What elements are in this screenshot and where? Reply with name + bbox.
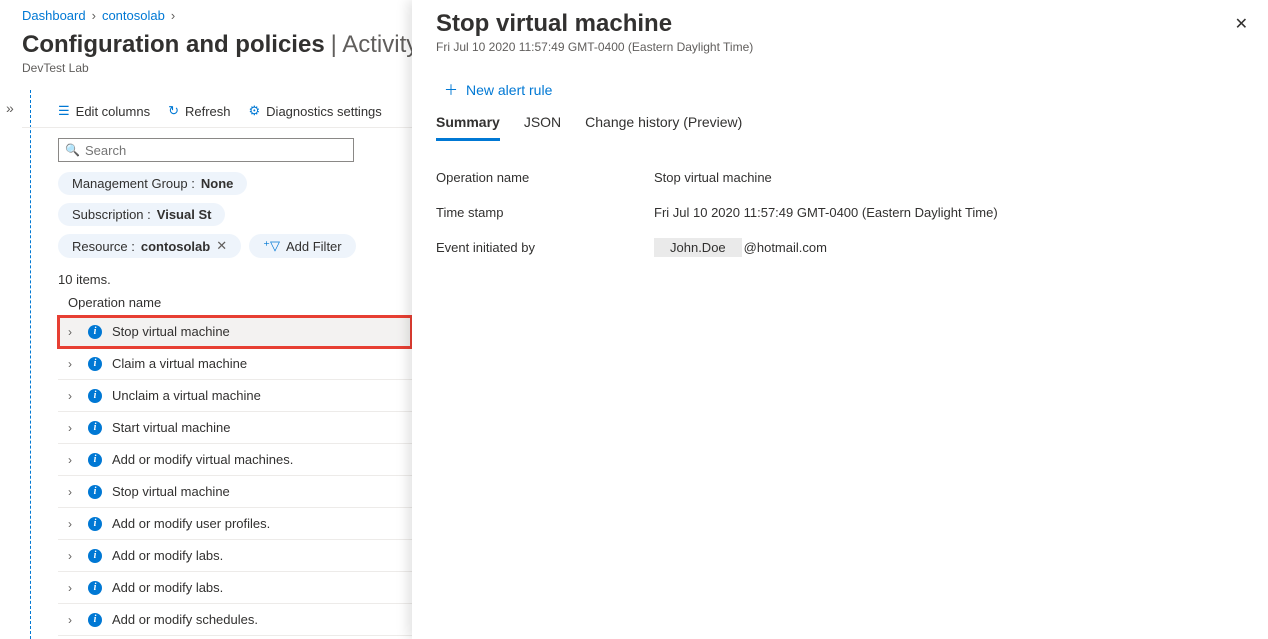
close-panel-button[interactable]: ✕ — [1235, 14, 1248, 34]
info-icon: i — [88, 549, 102, 563]
activity-row[interactable]: › i Claim a virtual machine — [58, 348, 412, 380]
refresh-label: Refresh — [185, 104, 231, 119]
diagnostics-label: Diagnostics settings — [266, 104, 382, 119]
gear-icon: ⚙ — [249, 103, 261, 119]
chevron-right-icon[interactable]: › — [68, 325, 78, 339]
detail-timestamp-label: Time stamp — [436, 205, 654, 220]
chevron-right-icon[interactable]: › — [68, 549, 78, 563]
initiator-user: John.Doe — [654, 238, 742, 257]
filter-sub-label: Subscription : — [72, 207, 151, 222]
activity-row[interactable]: › i Stop virtual machine — [58, 476, 412, 508]
filter-res-value: contosolab — [141, 239, 210, 254]
info-icon: i — [88, 389, 102, 403]
add-filter-label: Add Filter — [286, 239, 342, 254]
edit-columns-button[interactable]: ☰ Edit columns — [58, 103, 150, 119]
refresh-icon: ↻ — [168, 103, 179, 119]
breadcrumb: Dashboard › contosolab › — [22, 4, 412, 31]
chevron-right-icon[interactable]: › — [68, 613, 78, 627]
activity-row[interactable]: › i Start virtual machine — [58, 412, 412, 444]
plus-icon: ＋ — [444, 80, 458, 100]
chevron-right-icon[interactable]: › — [68, 421, 78, 435]
activity-row-label: Add or modify user profiles. — [112, 516, 270, 531]
tab-json[interactable]: JSON — [524, 114, 561, 141]
panel-title: Stop virtual machine — [436, 10, 1244, 38]
info-icon: i — [88, 613, 102, 627]
diagnostics-button[interactable]: ⚙ Diagnostics settings — [249, 103, 382, 119]
activity-row-label: Add or modify schedules. — [112, 612, 258, 627]
activity-row-label: Stop virtual machine — [112, 484, 230, 499]
chevron-right-icon[interactable]: › — [68, 581, 78, 595]
info-icon: i — [88, 421, 102, 435]
info-icon: i — [88, 357, 102, 371]
filter-add-icon: ⁺▽ — [263, 238, 280, 254]
filter-subscription[interactable]: Subscription : Visual St — [58, 203, 225, 226]
filter-management-group[interactable]: Management Group : None — [58, 172, 247, 195]
detail-operation-value: Stop virtual machine — [654, 170, 772, 185]
columns-icon: ☰ — [58, 103, 70, 119]
refresh-button[interactable]: ↻ Refresh — [168, 103, 230, 119]
activity-row[interactable]: › i Unclaim a virtual machine — [58, 380, 412, 412]
detail-panel: ✕ Stop virtual machine Fri Jul 10 2020 1… — [412, 0, 1268, 639]
chevron-right-icon[interactable]: › — [68, 389, 78, 403]
breadcrumb-lab[interactable]: contosolab — [102, 8, 165, 23]
resource-type-label: DevTest Lab — [22, 61, 412, 75]
chevron-right-icon: › — [171, 8, 175, 23]
info-icon: i — [88, 453, 102, 467]
activity-row[interactable]: › i Add or modify labs. — [58, 572, 412, 604]
breadcrumb-dashboard[interactable]: Dashboard — [22, 8, 86, 23]
activity-row-label: Unclaim a virtual machine — [112, 388, 261, 403]
chevron-right-icon[interactable]: › — [68, 453, 78, 467]
page-subtitle: | Activity l — [331, 31, 412, 59]
chevron-right-icon[interactable]: › — [68, 485, 78, 499]
detail-initiated-value: John.Doe@hotmail.com — [654, 240, 827, 255]
items-count: 10 items. — [58, 272, 412, 287]
activity-row-label: Add or modify labs. — [112, 548, 223, 563]
search-icon: 🔍 — [65, 143, 80, 157]
search-input[interactable] — [58, 138, 354, 162]
detail-timestamp-value: Fri Jul 10 2020 11:57:49 GMT-0400 (Easte… — [654, 205, 998, 220]
activity-row[interactable]: › i Add or modify schedules. — [58, 604, 412, 636]
activity-row-label: Add or modify virtual machines. — [112, 452, 293, 467]
info-icon: i — [88, 325, 102, 339]
activity-row[interactable]: › i Add or modify virtual machines. — [58, 444, 412, 476]
tab-summary[interactable]: Summary — [436, 114, 500, 141]
activity-row-label: Start virtual machine — [112, 420, 231, 435]
activity-row-label: Stop virtual machine — [112, 324, 230, 339]
chevron-right-icon[interactable]: › — [68, 357, 78, 371]
filter-sub-value: Visual St — [157, 207, 212, 222]
expand-sidebar-icon[interactable]: » — [6, 100, 14, 116]
new-alert-rule-button[interactable]: ＋ New alert rule — [444, 80, 1244, 100]
info-icon: i — [88, 485, 102, 499]
info-icon: i — [88, 581, 102, 595]
info-icon: i — [88, 517, 102, 531]
chevron-right-icon: › — [92, 8, 96, 23]
detail-operation-label: Operation name — [436, 170, 654, 185]
initiator-domain: @hotmail.com — [744, 240, 827, 255]
filter-mg-label: Management Group : — [72, 176, 195, 191]
new-alert-label: New alert rule — [466, 82, 552, 98]
activity-row[interactable]: › i Add or modify labs. — [58, 540, 412, 572]
activity-row[interactable]: › i Stop virtual machine — [58, 316, 412, 348]
chevron-right-icon[interactable]: › — [68, 517, 78, 531]
activity-row[interactable]: › i Add or modify user profiles. — [58, 508, 412, 540]
filter-res-label: Resource : — [72, 239, 135, 254]
filter-resource[interactable]: Resource : contosolab ✕ — [58, 234, 241, 258]
column-header-operation[interactable]: Operation name — [68, 295, 412, 316]
detail-initiated-label: Event initiated by — [436, 240, 654, 255]
clear-filter-icon[interactable]: ✕ — [216, 238, 227, 254]
activity-row-label: Add or modify labs. — [112, 580, 223, 595]
toolbar: ☰ Edit columns ↻ Refresh ⚙ Diagnostics s… — [22, 95, 412, 128]
panel-timestamp: Fri Jul 10 2020 11:57:49 GMT-0400 (Easte… — [436, 40, 1244, 54]
page-title: Configuration and policies — [22, 31, 325, 59]
filter-mg-value: None — [201, 176, 234, 191]
tab-change-history[interactable]: Change history (Preview) — [585, 114, 742, 141]
edit-columns-label: Edit columns — [76, 104, 150, 119]
add-filter-button[interactable]: ⁺▽ Add Filter — [249, 234, 356, 258]
activity-row-label: Claim a virtual machine — [112, 356, 247, 371]
